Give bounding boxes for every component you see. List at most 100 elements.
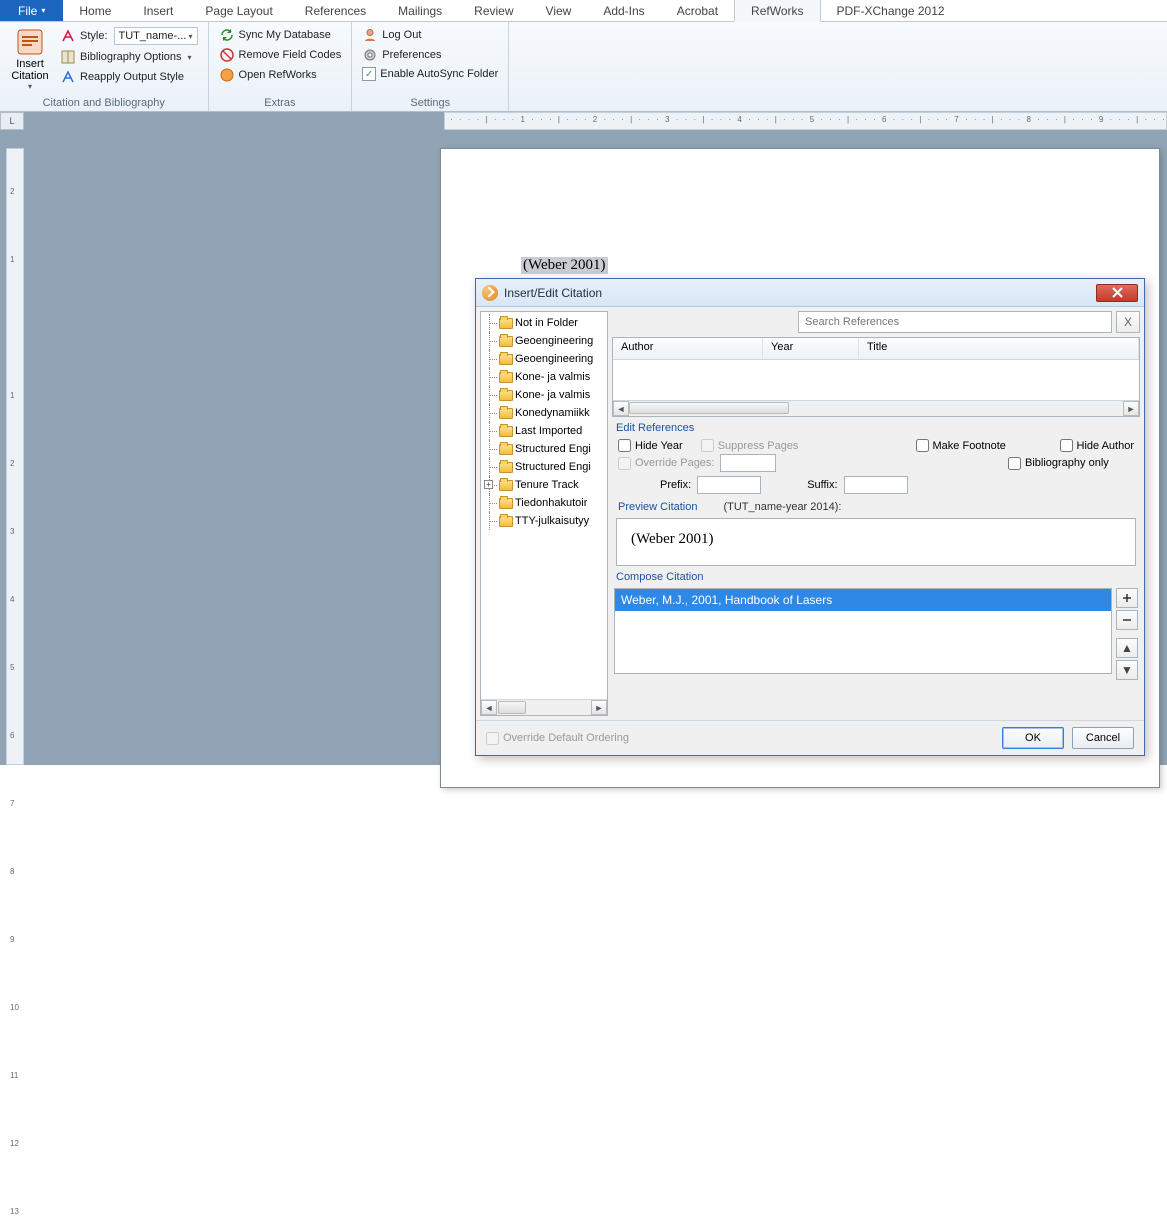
scroll-left-button[interactable]: ◄ <box>481 700 497 715</box>
sync-button[interactable]: Sync My Database <box>215 26 346 44</box>
search-input[interactable] <box>798 311 1112 333</box>
tab-home[interactable]: Home <box>63 0 127 21</box>
hide-year-checkbox[interactable]: Hide Year <box>618 439 683 452</box>
reapply-icon <box>60 69 76 85</box>
folder-icon <box>499 408 513 419</box>
override-pages-checkbox[interactable]: Override Pages: <box>618 457 714 470</box>
tab-view[interactable]: View <box>530 0 588 21</box>
tree-folder-item[interactable]: Geoengineering <box>483 332 605 350</box>
remove-codes-icon <box>219 47 235 63</box>
folder-icon <box>499 516 513 527</box>
tab-refworks[interactable]: RefWorks <box>734 0 820 22</box>
gear-icon <box>362 47 378 63</box>
folder-icon <box>499 426 513 437</box>
tab-page-layout[interactable]: Page Layout <box>189 0 288 21</box>
add-button[interactable] <box>1116 588 1138 608</box>
tab-file[interactable]: File <box>0 0 63 21</box>
tree-folder-item[interactable]: Kone- ja valmis <box>483 368 605 386</box>
scroll-thumb[interactable] <box>498 701 526 714</box>
citation-field[interactable]: (Weber 2001) <box>521 257 608 274</box>
suffix-field[interactable] <box>844 476 908 494</box>
tree-scrollbar[interactable]: ◄ ► <box>481 699 607 715</box>
remove-codes-button[interactable]: Remove Field Codes <box>215 46 346 64</box>
tree-folder-item[interactable]: Kone- ja valmis <box>483 386 605 404</box>
ruler-vertical[interactable]: 2112345678910111213 <box>6 148 24 765</box>
open-refworks-button[interactable]: Open RefWorks <box>215 66 346 84</box>
ok-button[interactable]: OK <box>1002 727 1064 749</box>
compose-list[interactable]: Weber, M.J., 2001, Handbook of Lasers <box>614 588 1112 674</box>
autosync-toggle[interactable]: ✓ Enable AutoSync Folder <box>358 66 502 82</box>
prefs-button[interactable]: Preferences <box>358 46 502 64</box>
user-icon <box>362 27 378 43</box>
dialog-titlebar[interactable]: Insert/Edit Citation <box>476 279 1144 307</box>
prefix-label: Prefix: <box>660 479 691 491</box>
dialog-title: Insert/Edit Citation <box>504 286 602 300</box>
folder-label: Last Imported <box>515 425 582 437</box>
folder-icon <box>499 480 513 491</box>
tab-mailings[interactable]: Mailings <box>382 0 458 21</box>
tab-acrobat[interactable]: Acrobat <box>661 0 734 21</box>
references-grid[interactable]: Author Year Title ◄ ► <box>612 337 1140 417</box>
tree-folder-item[interactable]: Tiedonhakutoir <box>483 494 605 512</box>
tree-folder-item[interactable]: +Tenure Track <box>483 476 605 494</box>
group-title-3: Settings <box>358 95 502 111</box>
style-icon <box>60 28 76 44</box>
tree-folder-item[interactable]: Not in Folder <box>483 314 605 332</box>
refworks-icon <box>219 67 235 83</box>
folder-label: Kone- ja valmis <box>515 389 590 401</box>
grid-scroll-right[interactable]: ► <box>1123 401 1139 416</box>
group-title-1: Citation and Bibliography <box>6 95 202 111</box>
tab-insert[interactable]: Insert <box>127 0 189 21</box>
tree-folder-item[interactable]: Geoengineering <box>483 350 605 368</box>
ribbon-tabs: File Home Insert Page Layout References … <box>0 0 1167 22</box>
move-up-button[interactable]: ▲ <box>1116 638 1138 658</box>
tab-addins[interactable]: Add-Ins <box>587 0 660 21</box>
tree-folder-item[interactable]: Structured Engi <box>483 440 605 458</box>
remove-button[interactable] <box>1116 610 1138 630</box>
insert-edit-citation-dialog: Insert/Edit Citation Not in FolderGeoeng… <box>475 278 1145 756</box>
sync-icon <box>219 27 235 43</box>
folder-icon <box>499 336 513 347</box>
tree-folder-item[interactable]: Konedynamiikk <box>483 404 605 422</box>
bib-options-button[interactable]: Bibliography Options ▾ <box>56 48 202 66</box>
tree-folder-item[interactable]: Last Imported <box>483 422 605 440</box>
ruler-corner[interactable]: L <box>0 112 24 130</box>
grid-scrollbar[interactable]: ◄ ► <box>613 400 1139 416</box>
bib-only-checkbox[interactable]: Bibliography only <box>1008 457 1134 470</box>
tab-pdfxchange[interactable]: PDF-XChange 2012 <box>821 0 961 21</box>
override-default-ordering-checkbox[interactable]: Override Default Ordering <box>486 732 629 745</box>
cancel-button[interactable]: Cancel <box>1072 727 1134 749</box>
close-button[interactable] <box>1096 284 1138 302</box>
folder-label: Konedynamiikk <box>515 407 590 419</box>
prefix-field[interactable] <box>697 476 761 494</box>
reapply-button[interactable]: Reapply Output Style <box>56 68 202 86</box>
move-down-button[interactable]: ▼ <box>1116 660 1138 680</box>
override-pages-field[interactable] <box>720 454 776 472</box>
folder-icon <box>499 372 513 383</box>
tab-review[interactable]: Review <box>458 0 529 21</box>
scroll-right-button[interactable]: ► <box>591 700 607 715</box>
col-year[interactable]: Year <box>763 338 859 359</box>
folder-tree[interactable]: Not in FolderGeoengineeringGeoengineerin… <box>480 311 608 716</box>
book-icon <box>60 49 76 65</box>
col-title[interactable]: Title <box>859 338 1139 359</box>
autosync-label: Enable AutoSync Folder <box>380 68 498 80</box>
logout-button[interactable]: Log Out <box>358 26 502 44</box>
hide-author-checkbox[interactable]: Hide Author <box>1060 439 1134 452</box>
tree-folder-item[interactable]: Structured Engi <box>483 458 605 476</box>
ruler-horizontal[interactable]: · · · · | · · · 1 · · · | · · · 2 · · · … <box>24 112 1167 130</box>
style-combo[interactable]: TUT_name-... <box>114 27 198 45</box>
folder-label: Geoengineering <box>515 353 593 365</box>
clear-search-button[interactable]: X <box>1116 311 1140 333</box>
tree-folder-item[interactable]: TTY-julkaisutyy <box>483 512 605 530</box>
tab-references[interactable]: References <box>289 0 382 21</box>
grid-scroll-thumb[interactable] <box>629 402 789 414</box>
compose-item[interactable]: Weber, M.J., 2001, Handbook of Lasers <box>615 589 1111 611</box>
group-citation-bib: Insert Citation ▾ Style: TUT_name-... Bi… <box>0 22 209 111</box>
grid-scroll-left[interactable]: ◄ <box>613 401 629 416</box>
folder-icon <box>499 444 513 455</box>
suppress-pages-checkbox[interactable]: Suppress Pages <box>701 439 799 452</box>
make-footnote-checkbox[interactable]: Make Footnote <box>916 439 1042 452</box>
col-author[interactable]: Author <box>613 338 763 359</box>
insert-citation-button[interactable]: Insert Citation ▾ <box>6 24 54 95</box>
